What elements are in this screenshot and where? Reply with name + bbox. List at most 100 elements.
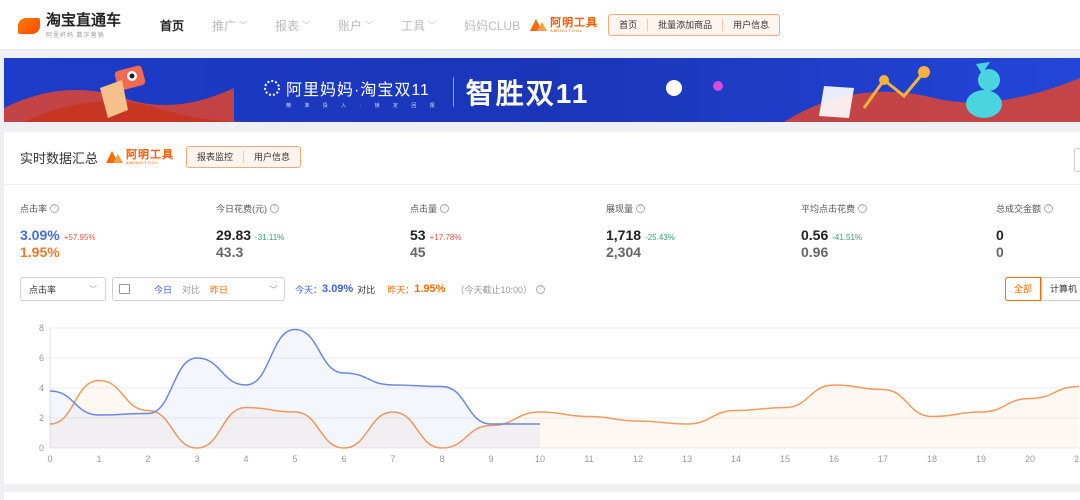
metric-yesterday-value: 0.96 [801, 244, 829, 260]
metric-yesterday-value: 2,304 [606, 244, 642, 260]
metric-label-text: 平均点击花费 [801, 204, 856, 214]
metric-label-text: 展现量 [606, 204, 634, 214]
series-area [50, 329, 540, 448]
nav-item-home[interactable]: 首页 [160, 17, 184, 34]
chevron-down-icon: ﹀ [268, 284, 278, 295]
metric-total-sales[interactable]: 总成交金额? 0 0 [996, 202, 1054, 260]
metric-today: 3.09% +57.95% [20, 227, 96, 243]
banner-divider [452, 77, 454, 107]
x-tick-label: 4 [243, 454, 248, 464]
tag-button-user-info[interactable]: 用户信息 [723, 19, 779, 31]
nav-item-label: 报表 [275, 18, 300, 33]
brand-logo: 阿明工具 AMINGTOOL [530, 16, 599, 33]
tool-tag-buttons: 首页 批量添加商品 用户信息 [608, 14, 781, 36]
x-tick-label: 1 [96, 454, 101, 464]
metric-yesterday-value: 1.95% [20, 244, 60, 260]
help-icon[interactable]: ? [1044, 204, 1054, 213]
nav-item-tools[interactable]: 工具 ﹀ [401, 17, 436, 34]
chart-legend: 今天： 3.09% 对比 昨天： 1.95% （今天截止10:00） ? [295, 283, 545, 296]
x-tick-label: 0 [47, 454, 52, 464]
banner-title: 阿里妈妈·淘宝双11 精 准 投 入 · 锁 定 回 报 智胜双11 [262, 72, 589, 112]
date-yesterday[interactable]: 昨日 [210, 283, 228, 296]
metric-change: -31.11% [255, 233, 285, 242]
date-today[interactable]: 今日 [154, 283, 172, 296]
nav-item-club[interactable]: 妈妈CLUB [464, 17, 520, 34]
metric-today-value: 3.09% [20, 227, 60, 243]
nav-item-label: 推广 [212, 18, 237, 33]
metric-today-value: 0.56 [801, 227, 829, 243]
metric-label: 总成交金额? [996, 202, 1054, 215]
main-menu: 首页 推广 ﹀ 报表 ﹀ 账户 ﹀ 工具 ﹀ 妈妈CLUB 阿明工具 AMINGTOOL… [160, 0, 781, 50]
x-tick-label: 14 [731, 454, 741, 464]
brand-logo: 阿明工具 AMINGTOOL [106, 149, 174, 165]
metric-clicks[interactable]: 点击量? 53 +17.78% 45 [410, 202, 461, 260]
brand-mark-icon [106, 151, 124, 163]
help-icon[interactable]: ? [270, 204, 279, 213]
x-tick-label: 15 [780, 454, 790, 464]
help-icon[interactable]: ? [440, 204, 450, 213]
segment-all[interactable]: 全部 [1004, 277, 1041, 301]
brand-text: 阿明工具 [550, 16, 599, 29]
metric-ctr[interactable]: 点击率? 3.09% +57.95% 1.95% [20, 202, 96, 260]
metric-select[interactable]: 点击率 ﹀ [20, 277, 106, 301]
x-tick-label: 5 [292, 454, 297, 464]
tag-button-report-monitor[interactable]: 报表监控 [187, 151, 245, 163]
tag-button-user-info[interactable]: 用户信息 [244, 151, 300, 163]
legend-today-label: 今天： [295, 284, 323, 295]
metric-select-value: 点击率 [29, 284, 57, 295]
logo[interactable]: 淘宝直通车 阿里妈妈 数字营销 [18, 13, 121, 39]
x-tick-label: 17 [878, 454, 888, 464]
y-tick-label: 4 [39, 383, 44, 393]
panel-header: 实时数据汇总 阿明工具 AMINGTOOL 报表监控 用户信息 [20, 146, 302, 168]
metric-today-value: 53 [410, 227, 426, 243]
metric-label: 平均点击花费? [801, 202, 868, 215]
nav-item-label: 账户 [338, 18, 363, 33]
chevron-down-icon: ﹀ [428, 20, 437, 30]
line-chart: 024680123456789101112131415161718192021 [39, 323, 1080, 464]
x-tick-label: 21 [1074, 454, 1080, 464]
help-icon[interactable]: ? [535, 284, 545, 294]
nav-item-label: 首页 [160, 18, 185, 33]
panel-tag-buttons: 报表监控 用户信息 [186, 146, 302, 168]
metric-label: 展现量? [606, 202, 675, 215]
segment-computer[interactable]: 计算机 [1040, 277, 1080, 301]
metric-label-text: 总成交金额 [996, 204, 1042, 214]
metric-avg-cpc[interactable]: 平均点击花费? 0.56 -41.51% 0.96 [801, 202, 868, 260]
metric-today: 0.56 -41.51% [801, 227, 867, 243]
nav-item-promotion[interactable]: 推广 ﹀ [212, 17, 247, 34]
x-tick-label: 12 [633, 454, 643, 464]
y-tick-label: 2 [39, 413, 44, 423]
nav-item-account[interactable]: 账户 ﹀ [338, 17, 373, 34]
help-icon[interactable]: ? [636, 204, 646, 213]
x-tick-label: 11 [584, 454, 593, 464]
chevron-down-icon: ﹀ [302, 20, 311, 30]
calendar-icon [119, 284, 130, 294]
device-segment: 全部 计算机 [1004, 277, 1080, 301]
panel-title: 实时数据汇总 [20, 150, 99, 166]
tag-button-home[interactable]: 首页 [609, 19, 649, 31]
metric-spend[interactable]: 今日花费(元)? 29.83 -31.11% 43.3 [216, 202, 284, 260]
metric-label: 点击量? [410, 202, 461, 215]
metric-label-text: 今日花费(元) [216, 204, 267, 214]
metric-today: 0 [996, 227, 1053, 243]
metric-label-text: 点击率 [20, 204, 48, 214]
chevron-down-icon: ﹀ [365, 20, 374, 30]
nav-item-reports[interactable]: 报表 ﹀ [275, 17, 310, 34]
x-tick-label: 2 [145, 454, 150, 464]
metric-label-text: 点击量 [410, 204, 438, 214]
promo-banner[interactable]: 阿里妈妈·淘宝双11 精 准 投 入 · 锁 定 回 报 智胜双11 [4, 58, 1080, 122]
tag-button-batch-add[interactable]: 批量添加商品 [648, 19, 724, 31]
x-tick-label: 6 [341, 454, 346, 464]
legend-today-value: 3.09% [322, 283, 354, 295]
y-tick-label: 8 [39, 323, 44, 333]
date-compare-picker[interactable]: 今日 对比 昨日 ﹀ [112, 277, 285, 301]
x-tick-label: 20 [1025, 454, 1035, 464]
banner-subtitle: 精 准 投 入 · 锁 定 回 报 [286, 102, 441, 109]
help-icon[interactable]: ? [858, 204, 868, 213]
panel-collapse-button[interactable] [1074, 148, 1080, 172]
metric-impressions[interactable]: 展现量? 1,718 -25.43% 2,304 [606, 202, 675, 260]
y-tick-label: 0 [39, 443, 44, 453]
metric-change: -25.43% [645, 233, 675, 242]
help-icon[interactable]: ? [50, 204, 60, 213]
chevron-down-icon: ﹀ [239, 20, 248, 30]
